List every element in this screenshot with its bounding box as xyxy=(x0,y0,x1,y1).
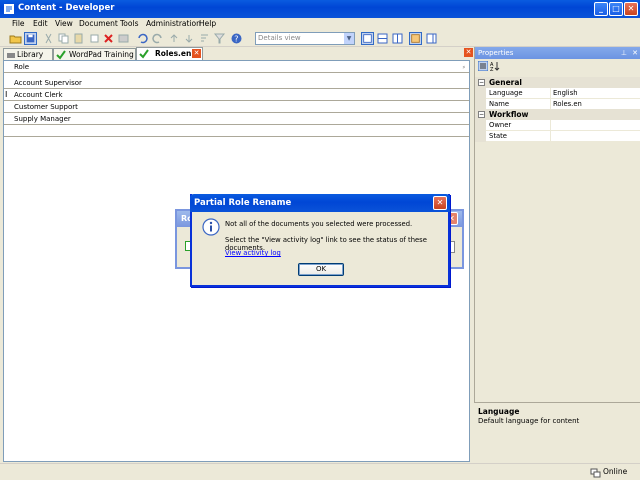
properties-icon[interactable] xyxy=(117,32,130,45)
dialog-title: Partial Role Rename xyxy=(194,198,292,208)
svg-text:?: ? xyxy=(234,35,238,44)
maximize-button[interactable]: □ xyxy=(609,2,623,16)
property-category-general[interactable]: − General xyxy=(475,77,640,88)
document-tabs: Library WordPad Training Roles.en ✕ ✕ xyxy=(3,47,473,61)
open-folder-icon[interactable] xyxy=(9,32,22,45)
close-button[interactable]: ✕ xyxy=(624,2,638,16)
property-row-language[interactable]: Language English xyxy=(475,88,640,99)
category-label: Workflow xyxy=(489,110,529,119)
tab-close-icon[interactable]: ✕ xyxy=(192,49,201,58)
check-icon xyxy=(139,49,149,59)
svg-text:Z: Z xyxy=(490,67,494,71)
menu-help[interactable]: Help xyxy=(199,19,216,28)
table-row[interactable]: Customer Support xyxy=(4,101,469,113)
properties-toolbar: AZ xyxy=(475,59,640,73)
tab-wordpad-label: WordPad Training xyxy=(69,50,134,59)
tab-roles-en[interactable]: Roles.en ✕ xyxy=(136,47,203,61)
paste-icon[interactable] xyxy=(72,32,85,45)
properties-title-text: Properties xyxy=(478,49,514,57)
view-activity-log-link[interactable]: View activity log xyxy=(225,249,281,257)
menu-view[interactable]: View xyxy=(55,19,73,28)
dialog-titlebar[interactable]: Partial Role Rename xyxy=(190,194,450,212)
chevron-down-icon: ▼ xyxy=(344,33,354,44)
info-icon xyxy=(202,218,220,236)
save-icon[interactable] xyxy=(24,32,37,45)
table-row[interactable]: Account Supervisor xyxy=(4,77,469,89)
row-text: Customer Support xyxy=(14,103,78,111)
text-cursor-icon: I xyxy=(5,90,8,99)
status-bar: Online xyxy=(0,463,640,480)
property-row-owner[interactable]: Owner xyxy=(475,120,640,131)
toolbar: ? Details view ▼ xyxy=(0,31,640,47)
menu-document[interactable]: Document xyxy=(79,19,118,28)
table-row-new[interactable] xyxy=(4,125,469,137)
property-description: Language Default language for content xyxy=(474,402,640,462)
properties-pane-icon[interactable] xyxy=(425,32,438,45)
cut-icon[interactable] xyxy=(42,32,55,45)
view-select[interactable]: Details view ▼ xyxy=(255,32,355,45)
redo-arrow-icon[interactable] xyxy=(151,32,164,45)
property-row-state[interactable]: State xyxy=(475,131,640,142)
property-value: English xyxy=(553,89,578,97)
menu-edit[interactable]: Edit xyxy=(33,19,48,28)
menu-administration[interactable]: Administration xyxy=(146,19,201,28)
column-menu-icon[interactable]: ⸗ xyxy=(463,61,465,73)
properties-panel: Properties ⊥ ✕ AZ − General Language Eng… xyxy=(474,47,640,462)
menu-file[interactable]: File xyxy=(12,19,25,28)
description-title: Language xyxy=(478,407,520,416)
move-up-icon[interactable] xyxy=(168,32,181,45)
copy-icon[interactable] xyxy=(57,32,70,45)
sort-alpha-icon[interactable]: AZ xyxy=(490,61,500,71)
dialog-close-button[interactable]: ✕ xyxy=(433,196,447,210)
close-document-icon[interactable]: ✕ xyxy=(464,48,473,57)
menubar: File Edit View Document Tools Administra… xyxy=(0,18,640,31)
row-text: Account Supervisor xyxy=(14,79,82,87)
row-text: Account Clerk xyxy=(14,91,63,99)
layout-vertical-icon[interactable] xyxy=(391,32,404,45)
column-header-label: Role xyxy=(14,63,30,71)
property-key: Language xyxy=(475,88,551,99)
category-label: General xyxy=(489,78,522,87)
minimize-button[interactable]: _ xyxy=(594,2,608,16)
close-panel-icon[interactable]: ✕ xyxy=(632,47,638,59)
window-title: Content - Developer xyxy=(18,3,115,13)
categorized-icon[interactable] xyxy=(478,61,488,71)
window-titlebar[interactable]: Content - Developer _ □ ✕ xyxy=(0,0,640,18)
property-key: State xyxy=(475,131,551,142)
properties-title: Properties ⊥ ✕ xyxy=(475,47,640,59)
preview-pane-icon[interactable] xyxy=(409,32,422,45)
table-row[interactable]: Supply Manager xyxy=(4,113,469,125)
network-icon xyxy=(590,468,601,478)
partial-role-rename-dialog: Partial Role Rename ✕ Not all of the doc… xyxy=(190,194,450,287)
check-icon xyxy=(56,50,66,60)
collapse-icon[interactable]: − xyxy=(478,111,485,118)
move-down-icon[interactable] xyxy=(183,32,196,45)
view-select-value: Details view xyxy=(258,34,301,42)
library-icon xyxy=(7,53,15,58)
column-header-role[interactable]: Role ⸗ xyxy=(4,61,469,73)
tab-library-label: Library xyxy=(17,50,44,59)
ok-button[interactable]: OK xyxy=(298,263,344,276)
app-icon xyxy=(4,4,14,14)
property-category-workflow[interactable]: − Workflow xyxy=(475,109,640,120)
table-row[interactable]: I Account Clerk xyxy=(4,89,469,101)
layout-horizontal-icon[interactable] xyxy=(376,32,389,45)
property-key: Owner xyxy=(475,120,551,131)
undo-arrow-icon[interactable] xyxy=(136,32,149,45)
undo-icon[interactable] xyxy=(88,32,101,45)
description-text: Default language for content xyxy=(478,417,580,425)
layout-single-icon[interactable] xyxy=(361,32,374,45)
filter-icon[interactable] xyxy=(213,32,226,45)
tab-roles-label: Roles.en xyxy=(155,49,192,58)
status-online: Online xyxy=(603,467,628,476)
row-text: Supply Manager xyxy=(14,115,71,123)
pin-icon[interactable]: ⊥ xyxy=(621,47,627,59)
menu-tools[interactable]: Tools xyxy=(120,19,138,28)
collapse-icon[interactable]: − xyxy=(478,79,485,86)
delete-icon[interactable] xyxy=(102,32,115,45)
dialog-message-1: Not all of the documents you selected we… xyxy=(225,220,413,228)
help-icon[interactable]: ? xyxy=(230,32,243,45)
sort-icon[interactable] xyxy=(198,32,211,45)
